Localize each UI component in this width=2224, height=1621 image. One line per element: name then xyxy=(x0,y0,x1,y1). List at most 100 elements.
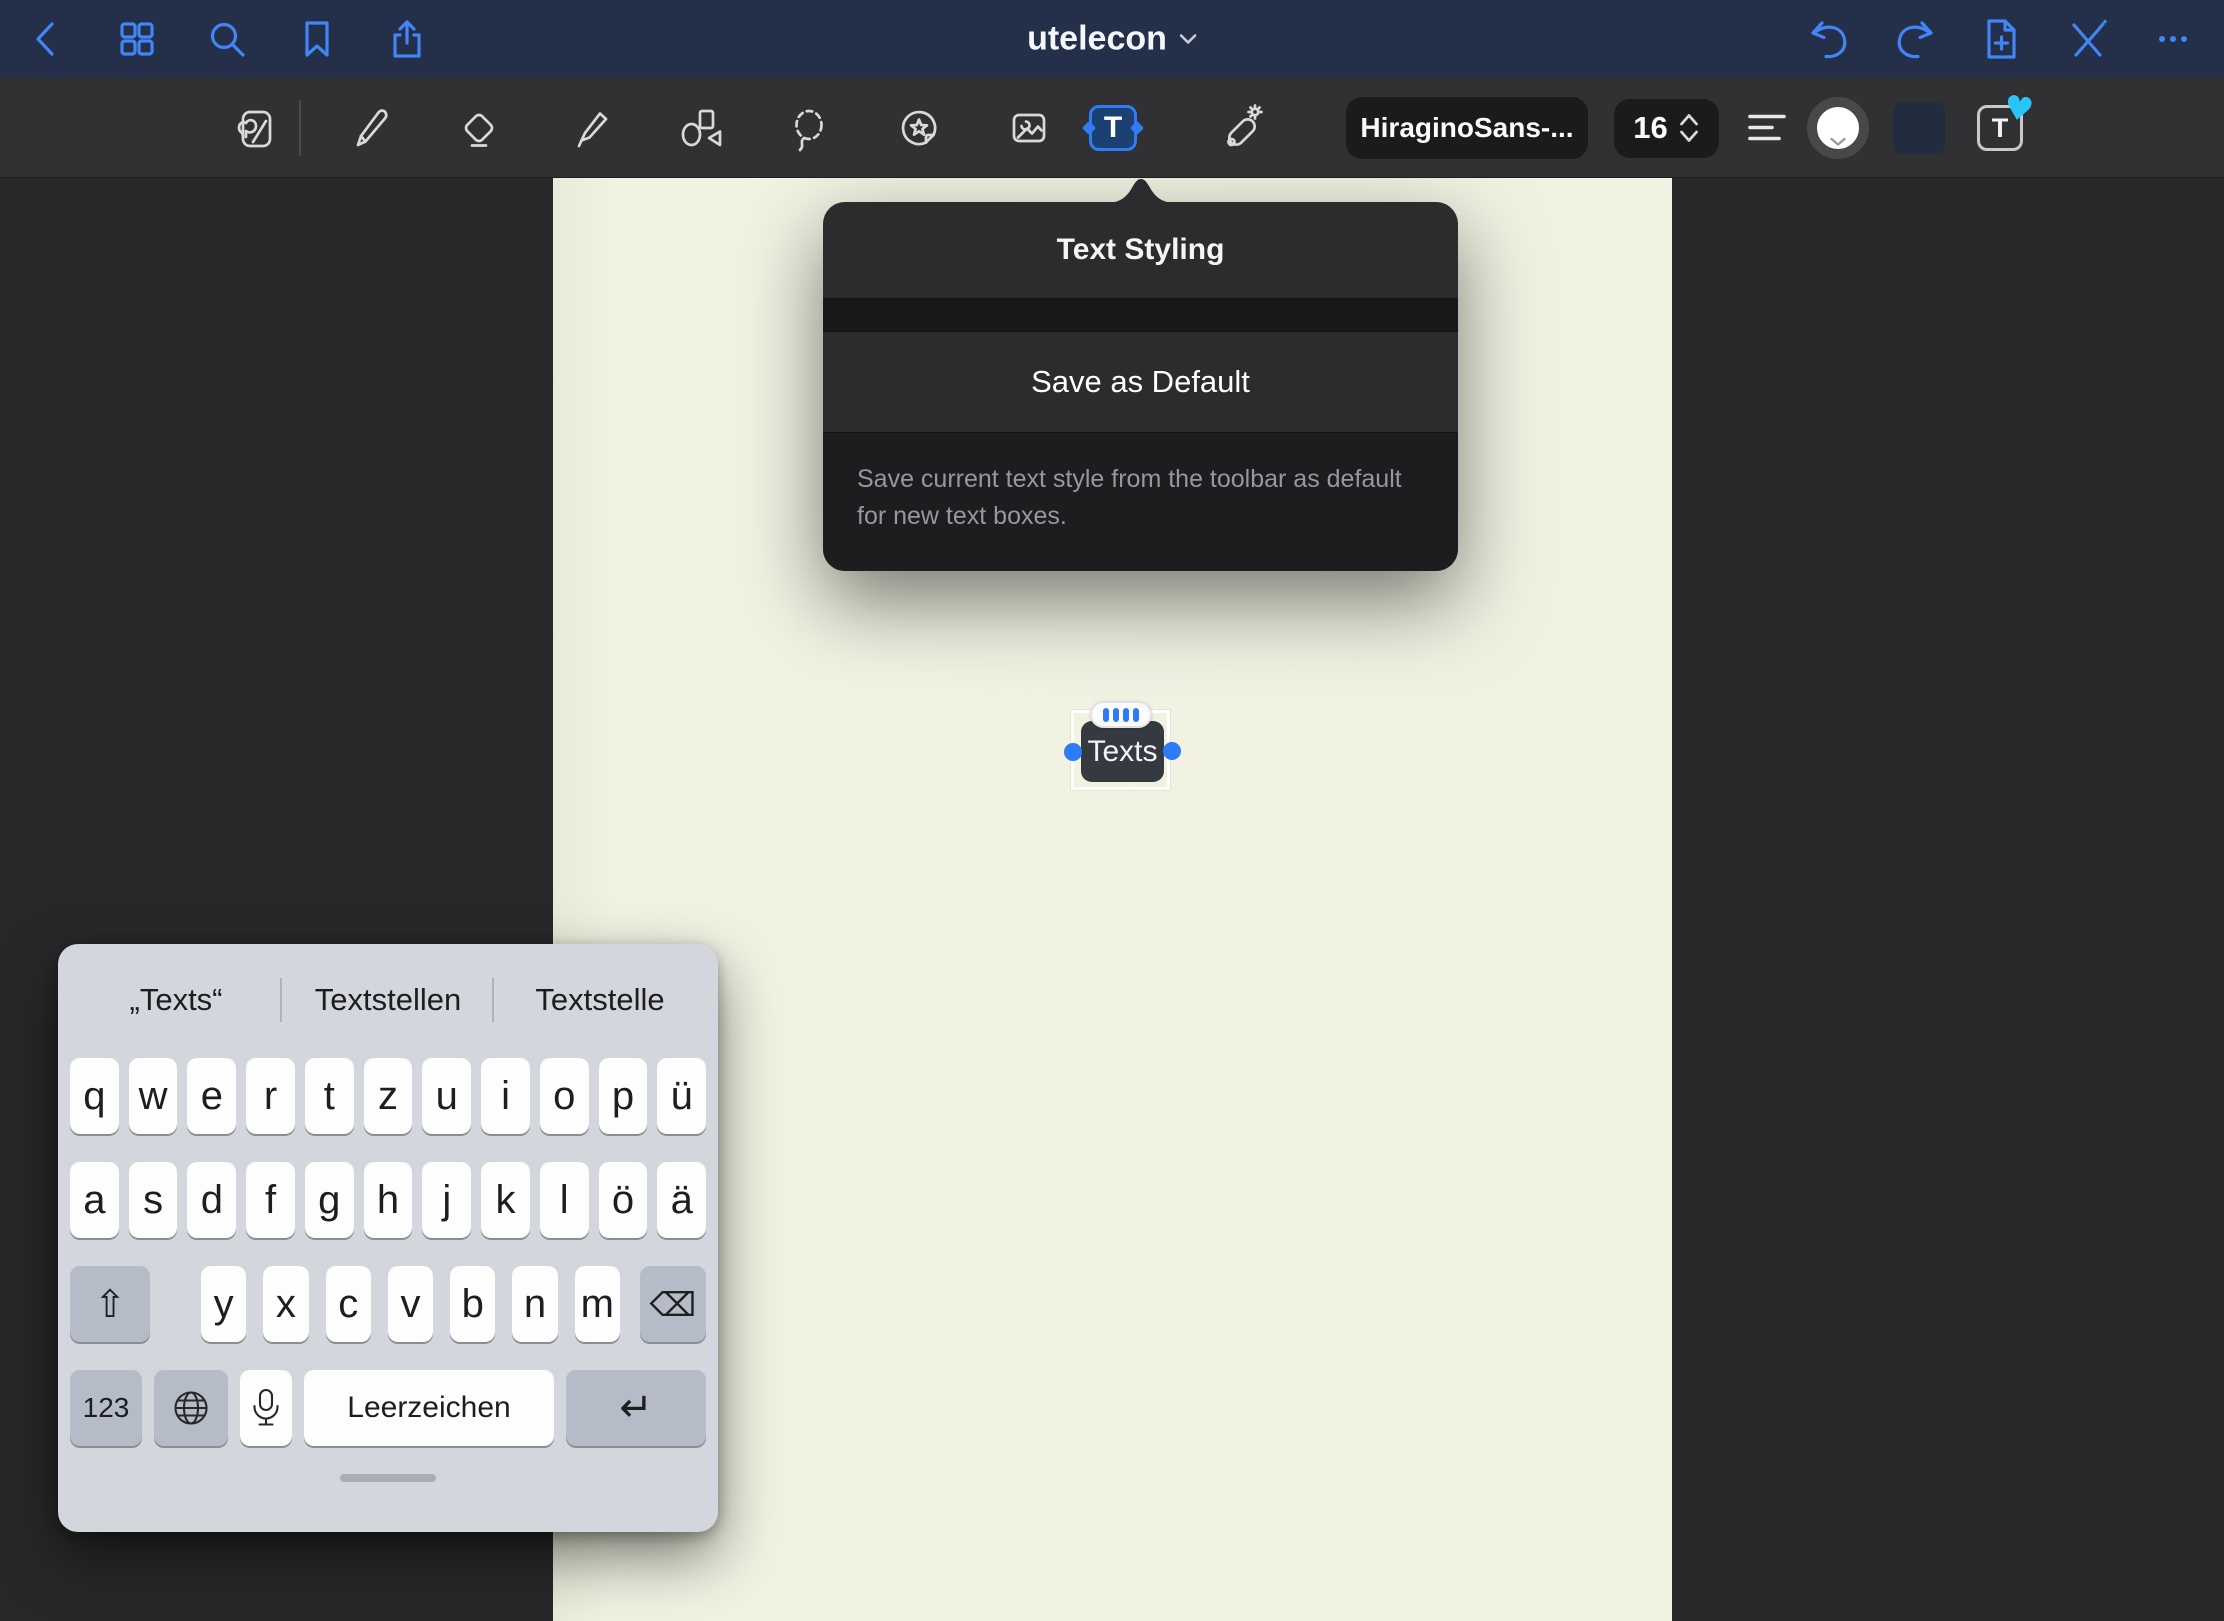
key-x[interactable]: x xyxy=(263,1266,308,1342)
laser-pointer-icon xyxy=(1215,104,1263,152)
key-t[interactable]: t xyxy=(305,1058,354,1134)
key-r[interactable]: r xyxy=(246,1058,295,1134)
save-as-default-button[interactable]: Save as Default xyxy=(823,332,1458,432)
onscreen-keyboard: „Texts“TextstellenTextstelle qwertzuiopü… xyxy=(58,944,718,1532)
key-c[interactable]: c xyxy=(326,1266,371,1342)
tool-group: T xyxy=(231,78,1325,178)
pen-icon xyxy=(345,104,393,152)
key-m[interactable]: m xyxy=(575,1266,620,1342)
bookmark-icon xyxy=(295,17,339,61)
zoom-window-icon xyxy=(231,104,279,152)
key-l[interactable]: l xyxy=(540,1162,589,1238)
redo-button[interactable] xyxy=(1892,16,1938,62)
key-b[interactable]: b xyxy=(450,1266,495,1342)
key-z[interactable]: z xyxy=(364,1058,413,1134)
numbers-key[interactable]: 123 xyxy=(70,1370,142,1446)
highlighter-tool-button[interactable] xyxy=(565,104,613,152)
description-line-2: for new text boxes. xyxy=(857,498,1424,535)
readonly-mode-button[interactable] xyxy=(2064,16,2110,62)
key-p[interactable]: p xyxy=(599,1058,648,1134)
highlighter-icon xyxy=(565,104,613,152)
text-align-button[interactable] xyxy=(1745,105,1791,151)
search-icon xyxy=(205,17,249,61)
return-key[interactable]: ↵ xyxy=(566,1370,706,1446)
suggestion-textstelle[interactable]: Textstelle xyxy=(494,954,706,1046)
zoom-window-tool-button[interactable] xyxy=(231,104,279,152)
key-k[interactable]: k xyxy=(481,1162,530,1238)
sticker-star-icon xyxy=(895,104,943,152)
resize-handle-right[interactable] xyxy=(1163,742,1181,760)
key-q[interactable]: q xyxy=(70,1058,119,1134)
popover-description: Save current text style from the toolbar… xyxy=(823,432,1458,571)
undo-button[interactable] xyxy=(1806,16,1852,62)
eraser-icon xyxy=(455,104,503,152)
topbar-right-group xyxy=(1806,16,2200,62)
key-w[interactable]: w xyxy=(129,1058,178,1134)
favorite-text-style-button[interactable]: T ♥ xyxy=(1977,105,2023,151)
share-icon xyxy=(385,17,429,61)
key-u[interactable]: u xyxy=(422,1058,471,1134)
keyboard-drag-handle[interactable] xyxy=(340,1474,436,1482)
shapes-tool-button[interactable] xyxy=(675,104,723,152)
dictation-key[interactable] xyxy=(240,1370,292,1446)
key-n[interactable]: n xyxy=(512,1266,557,1342)
lasso-tool-button[interactable] xyxy=(785,104,833,152)
space-key[interactable]: Leerzeichen xyxy=(304,1370,554,1446)
key-o[interactable]: o xyxy=(540,1058,589,1134)
key-y[interactable]: y xyxy=(201,1266,246,1342)
drag-bar xyxy=(1103,708,1109,722)
backspace-key[interactable]: ⌫ xyxy=(640,1266,706,1342)
shift-key[interactable]: ⇧ xyxy=(70,1266,150,1342)
key-f[interactable]: f xyxy=(246,1162,295,1238)
key-i[interactable]: i xyxy=(481,1058,530,1134)
key-ü[interactable]: ü xyxy=(657,1058,706,1134)
popover-section-separator xyxy=(823,298,1458,332)
lasso-icon xyxy=(785,104,833,152)
keyboard-row-3: ⇧ yxcvbnm ⌫ xyxy=(70,1266,706,1342)
key-s[interactable]: s xyxy=(129,1162,178,1238)
app-screen: utelecon xyxy=(0,0,2224,1621)
key-a[interactable]: a xyxy=(70,1162,119,1238)
key-j[interactable]: j xyxy=(422,1162,471,1238)
more-options-button[interactable] xyxy=(2150,16,2196,62)
text-color-swatch[interactable] xyxy=(1807,97,1869,159)
bookmark-button[interactable] xyxy=(294,16,340,62)
font-size-stepper[interactable]: 16 xyxy=(1614,99,1719,158)
secondary-color-swatch[interactable] xyxy=(1893,102,1945,154)
text-tool-button-selected[interactable]: T xyxy=(1089,105,1137,151)
heart-badge-icon: ♥ xyxy=(2002,90,2036,127)
popover-title: Text Styling xyxy=(823,202,1458,298)
keyboard-row-4: 123 Leerzeichen ↵ xyxy=(70,1370,706,1446)
globe-icon xyxy=(171,1388,211,1428)
key-ö[interactable]: ö xyxy=(599,1162,648,1238)
back-button[interactable] xyxy=(24,16,70,62)
text-styling-popover: Text Styling Save as Default Save curren… xyxy=(823,202,1458,571)
globe-key[interactable] xyxy=(154,1370,228,1446)
resize-handle-left[interactable] xyxy=(1064,743,1082,761)
font-size-value: 16 xyxy=(1633,110,1667,146)
eraser-tool-button[interactable] xyxy=(455,104,503,152)
document-title-button[interactable]: utelecon xyxy=(1027,20,1197,59)
pen-tool-button[interactable] xyxy=(345,104,393,152)
search-button[interactable] xyxy=(204,16,250,62)
share-button[interactable] xyxy=(384,16,430,62)
suggestion-textstellen[interactable]: Textstellen xyxy=(282,954,494,1046)
pages-overview-button[interactable] xyxy=(114,16,160,62)
key-v[interactable]: v xyxy=(388,1266,433,1342)
textbox-drag-handle[interactable] xyxy=(1090,701,1152,728)
font-family-button[interactable]: HiraginoSans-... xyxy=(1346,97,1588,159)
key-h[interactable]: h xyxy=(364,1162,413,1238)
key-d[interactable]: d xyxy=(187,1162,236,1238)
key-ä[interactable]: ä xyxy=(657,1162,706,1238)
key-e[interactable]: e xyxy=(187,1058,236,1134)
image-tool-button[interactable] xyxy=(1005,104,1053,152)
elements-tool-button[interactable] xyxy=(895,104,943,152)
text-box[interactable]: Texts xyxy=(1081,721,1164,782)
suggestion-texts[interactable]: „Texts“ xyxy=(70,954,282,1046)
shapes-icon xyxy=(675,104,723,152)
laser-pointer-tool-button[interactable] xyxy=(1215,104,1263,152)
ellipsis-icon xyxy=(2150,16,2196,62)
key-g[interactable]: g xyxy=(305,1162,354,1238)
stepper-chevrons-icon xyxy=(1678,110,1700,146)
add-page-button[interactable] xyxy=(1978,16,2024,62)
